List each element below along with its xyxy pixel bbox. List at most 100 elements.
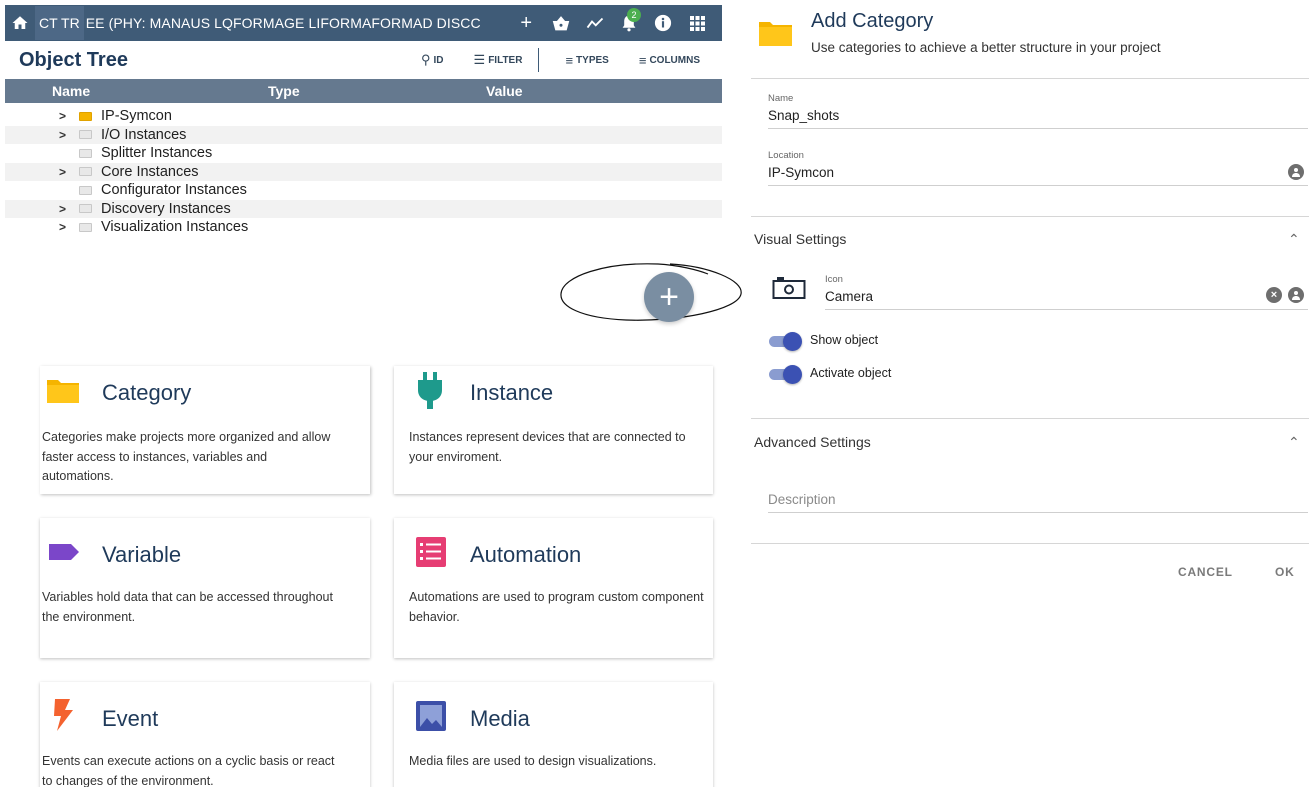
category-card[interactable]: Category Categories make projects more o… <box>40 366 370 494</box>
name-input[interactable]: Snap_shots <box>768 108 839 123</box>
tree-row[interactable]: > IP-Symcon <box>5 107 722 126</box>
add-object-fab[interactable]: + <box>644 272 694 322</box>
info-button[interactable] <box>646 5 680 41</box>
advanced-settings-header[interactable]: Advanced Settings <box>754 434 871 450</box>
description-underline <box>768 512 1308 513</box>
variable-title: Variable <box>102 542 182 567</box>
info-icon <box>654 14 672 32</box>
variable-card[interactable]: Variable Variables hold data that can be… <box>40 518 370 658</box>
folder-icon <box>79 185 92 195</box>
tree-row[interactable]: >Configurator Instances <box>5 181 722 200</box>
id-label: ID <box>433 54 444 66</box>
divider <box>751 543 1309 544</box>
tree-row-label: Visualization Instances <box>101 219 249 236</box>
folder-icon <box>79 222 92 232</box>
notifications-button[interactable]: 2 <box>612 5 646 41</box>
tree-row-label: Discovery Instances <box>101 200 231 217</box>
tab-object-tree[interactable]: CT TR <box>35 6 84 40</box>
dialog-subtitle: Use categories to achieve a better struc… <box>811 40 1161 55</box>
chart-button[interactable] <box>578 5 612 41</box>
ok-button[interactable]: OK <box>1275 565 1295 579</box>
variable-desc: Variables hold data that can be accessed… <box>42 590 333 624</box>
toolbar-divider <box>538 48 540 72</box>
page-title: Object Tree <box>19 48 128 71</box>
plug-icon <box>418 372 442 409</box>
tag-icon <box>49 544 79 560</box>
chevron-up-icon[interactable]: ⌃ <box>1288 231 1300 248</box>
event-title: Event <box>102 706 159 731</box>
name-label: Name <box>768 93 794 104</box>
divider <box>751 78 1309 79</box>
description-input[interactable]: Description <box>768 492 836 507</box>
tab-strip-text[interactable]: EE (PHY: MANAUS LQFORMAGE LIFORMAFORMAD … <box>84 15 481 31</box>
icon-select-button[interactable] <box>1288 287 1304 303</box>
tree-list: > IP-Symcon>I/O Instances>Splitter Instan… <box>5 107 722 237</box>
tree-row[interactable]: > Discovery Instances <box>5 199 722 218</box>
show-object-toggle[interactable] <box>769 332 803 351</box>
filter-button[interactable]: ☰ FILTER <box>474 52 523 68</box>
automation-title: Automation <box>470 542 582 567</box>
person-icon <box>1292 168 1300 177</box>
instance-card[interactable]: Instance Instances represent devices tha… <box>394 366 713 494</box>
chevron-right-icon[interactable]: > <box>59 202 71 216</box>
media-card[interactable]: Media Media files are used to design vis… <box>394 682 713 787</box>
instance-title: Instance <box>470 380 554 405</box>
folder-icon <box>47 380 79 403</box>
clear-icon-button[interactable]: × <box>1266 287 1282 303</box>
apps-button[interactable] <box>680 5 714 41</box>
chevron-right-icon[interactable]: > <box>59 128 71 142</box>
media-desc: Media files are used to design visualiza… <box>409 754 657 768</box>
folder-icon <box>79 111 92 121</box>
filter-icon: ☰ <box>473 52 486 67</box>
event-card[interactable]: Event Events can execute actions on a cy… <box>40 682 370 787</box>
trend-icon <box>586 17 604 29</box>
location-underline <box>768 185 1308 186</box>
location-input[interactable]: IP-Symcon <box>768 165 834 180</box>
dialog-title: Add Category <box>811 10 934 32</box>
home-icon <box>12 16 28 29</box>
media-title: Media <box>470 706 530 731</box>
add-tab-button[interactable]: + <box>508 12 544 35</box>
tree-row[interactable]: > Core Instances <box>5 162 722 181</box>
tree-row[interactable]: > I/O Instances <box>5 125 722 144</box>
cancel-button[interactable]: CANCEL <box>1178 565 1233 579</box>
basket-icon <box>552 16 570 31</box>
icon-input[interactable]: Camera <box>825 289 873 304</box>
icon-label: Icon <box>825 274 843 285</box>
activate-object-label: Activate object <box>810 366 892 380</box>
checklist-icon <box>416 537 446 567</box>
folder-icon <box>79 148 92 158</box>
column-type[interactable]: Type <box>268 83 300 99</box>
tab-strip: CT TR EE (PHY: MANAUS LQFORMAGE LIFORMAF… <box>35 5 508 41</box>
category-title: Category <box>102 380 192 405</box>
store-button[interactable] <box>544 5 578 41</box>
close-icon: × <box>1270 289 1278 301</box>
divider <box>751 418 1309 419</box>
column-name[interactable]: Name <box>52 83 90 99</box>
id-search-button[interactable]: ⚲ ID <box>421 52 444 68</box>
tree-row[interactable]: >Splitter Instances <box>5 144 722 163</box>
location-select-icon[interactable] <box>1288 164 1304 180</box>
column-value[interactable]: Value <box>486 83 523 99</box>
event-desc: Events can execute actions on a cyclic b… <box>42 754 335 787</box>
columns-button[interactable]: ≡ COLUMNS <box>639 53 700 68</box>
tree-row-label: IP-Symcon <box>101 108 172 125</box>
visual-settings-header[interactable]: Visual Settings <box>754 231 846 247</box>
list-icon: ≡ <box>565 52 574 68</box>
columns-label: COLUMNS <box>649 54 700 66</box>
tree-row[interactable]: > Visualization Instances <box>5 218 722 237</box>
chevron-up-icon[interactable]: ⌃ <box>1288 434 1300 451</box>
chevron-right-icon[interactable]: > <box>59 109 71 123</box>
tree-row-label: Configurator Instances <box>101 182 247 199</box>
types-button[interactable]: ≡ TYPES <box>565 53 608 68</box>
table-header: Name Type Value <box>5 79 722 103</box>
automation-card[interactable]: Automation Automations are used to progr… <box>394 518 713 658</box>
automation-desc: Automations are used to program custom c… <box>409 590 704 624</box>
activate-object-toggle[interactable] <box>769 365 803 384</box>
home-button[interactable] <box>5 5 35 41</box>
chevron-right-icon[interactable]: > <box>59 165 71 179</box>
divider <box>751 216 1309 217</box>
lightning-icon <box>54 699 73 731</box>
chevron-right-icon[interactable]: > <box>59 220 71 234</box>
person-icon <box>1292 291 1300 300</box>
